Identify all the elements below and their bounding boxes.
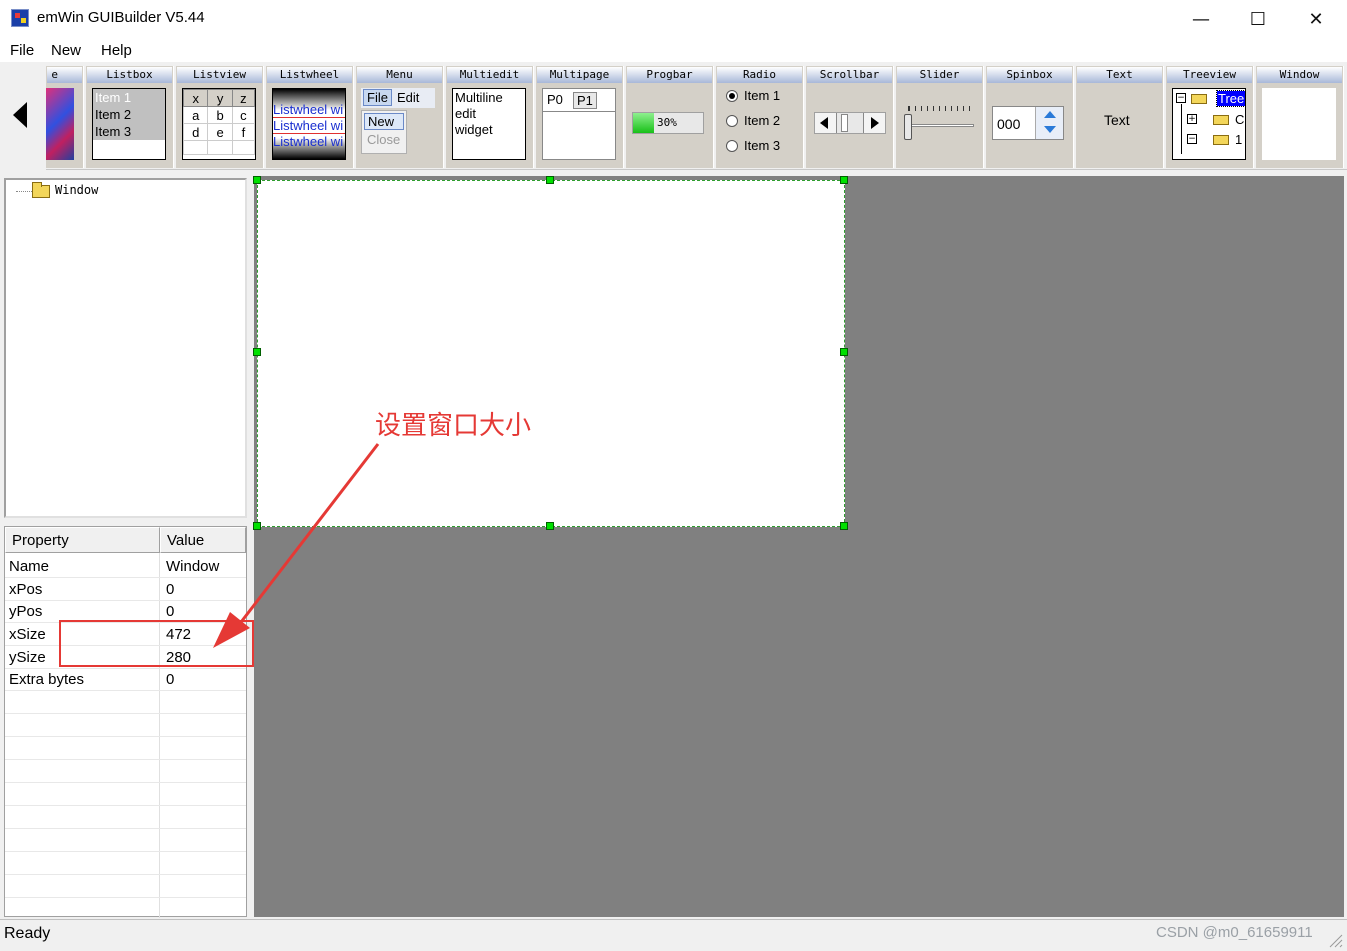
watermark-text: CSDN @m0_61659911 (1156, 924, 1313, 941)
resize-grip-icon[interactable] (1325, 930, 1343, 948)
app-window: emWin GUIBuilder V5.44 — ☐ ✕ File New He… (0, 0, 1347, 951)
status-bar (0, 919, 1347, 951)
annotation-arrow (213, 443, 380, 648)
status-text: Ready (4, 925, 51, 942)
